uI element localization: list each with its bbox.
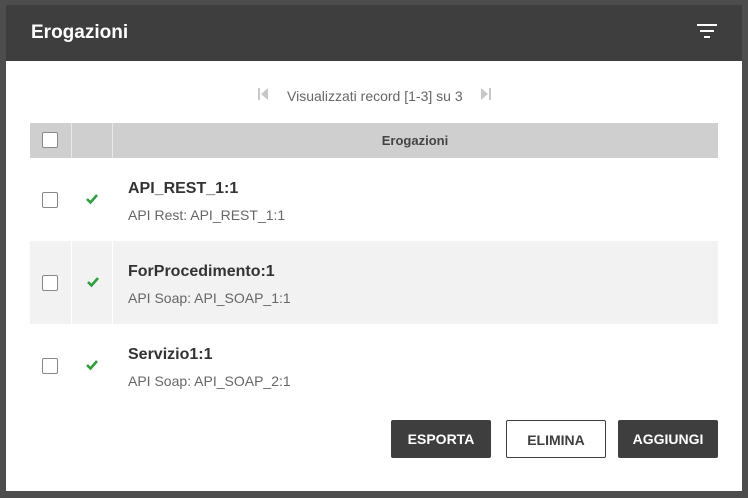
skip-last-icon[interactable] bbox=[479, 86, 493, 102]
add-button[interactable]: AGGIUNGI bbox=[618, 420, 718, 458]
check-icon bbox=[87, 277, 99, 288]
header-select-cell bbox=[30, 123, 70, 158]
table-row[interactable]: Servizio1:1 API Soap: API_SOAP_2:1 bbox=[30, 324, 718, 407]
row-status-cell bbox=[71, 241, 113, 324]
row-subtitle: API Rest: API_REST_1:1 bbox=[128, 207, 286, 223]
row-title[interactable]: ForProcedimento:1 bbox=[128, 263, 275, 281]
page-title: Erogazioni bbox=[31, 22, 129, 43]
row-title[interactable]: API_REST_1:1 bbox=[128, 180, 238, 198]
row-select-cell bbox=[30, 324, 70, 407]
column-header-erogazioni: Erogazioni bbox=[381, 133, 449, 148]
row-title[interactable]: Servizio1:1 bbox=[128, 346, 212, 364]
row-checkbox[interactable] bbox=[42, 275, 58, 291]
header-status-cell bbox=[71, 123, 113, 158]
panel-header: Erogazioni bbox=[6, 5, 742, 61]
pagination-info: Visualizzati record [1-3] su 3 bbox=[287, 88, 463, 104]
table-row[interactable]: ForProcedimento:1 API Soap: API_SOAP_1:1 bbox=[30, 241, 718, 324]
row-checkbox[interactable] bbox=[42, 358, 58, 374]
skip-first-icon[interactable] bbox=[256, 86, 270, 102]
filter-icon[interactable] bbox=[696, 22, 718, 40]
row-select-cell bbox=[30, 241, 70, 324]
row-status-cell bbox=[71, 324, 111, 407]
row-checkbox[interactable] bbox=[42, 192, 58, 208]
check-icon bbox=[86, 360, 98, 371]
delete-button[interactable]: ELIMINA bbox=[506, 420, 606, 458]
erogazioni-panel: Erogazioni Visualizzati record [1-3] su … bbox=[6, 5, 742, 491]
export-button[interactable]: ESPORTA bbox=[391, 420, 491, 458]
row-subtitle: API Soap: API_SOAP_1:1 bbox=[128, 290, 291, 306]
check-icon bbox=[86, 194, 98, 205]
row-subtitle: API Soap: API_SOAP_2:1 bbox=[128, 373, 291, 389]
table-header: Erogazioni bbox=[30, 123, 718, 158]
window-frame: Erogazioni Visualizzati record [1-3] su … bbox=[0, 0, 748, 498]
select-all-checkbox[interactable] bbox=[42, 132, 58, 148]
row-select-cell bbox=[30, 158, 70, 241]
pagination-bar: Visualizzati record [1-3] su 3 bbox=[6, 85, 742, 107]
table-row[interactable]: API_REST_1:1 API Rest: API_REST_1:1 bbox=[30, 158, 718, 241]
row-status-cell bbox=[71, 158, 111, 241]
